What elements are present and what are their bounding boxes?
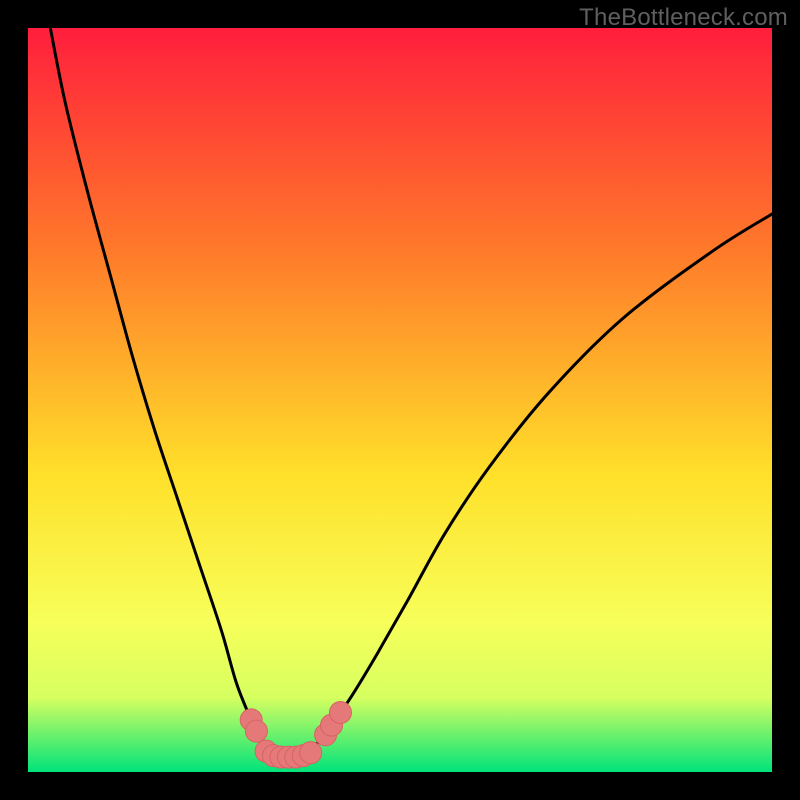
watermark-text: TheBottleneck.com — [579, 4, 788, 32]
chart-frame: TheBottleneck.com — [0, 0, 800, 800]
data-marker — [300, 742, 322, 764]
data-marker — [329, 701, 351, 723]
gradient-background — [28, 28, 772, 772]
bottleneck-chart — [28, 28, 772, 772]
data-marker — [245, 720, 267, 742]
plot-area — [28, 28, 772, 772]
